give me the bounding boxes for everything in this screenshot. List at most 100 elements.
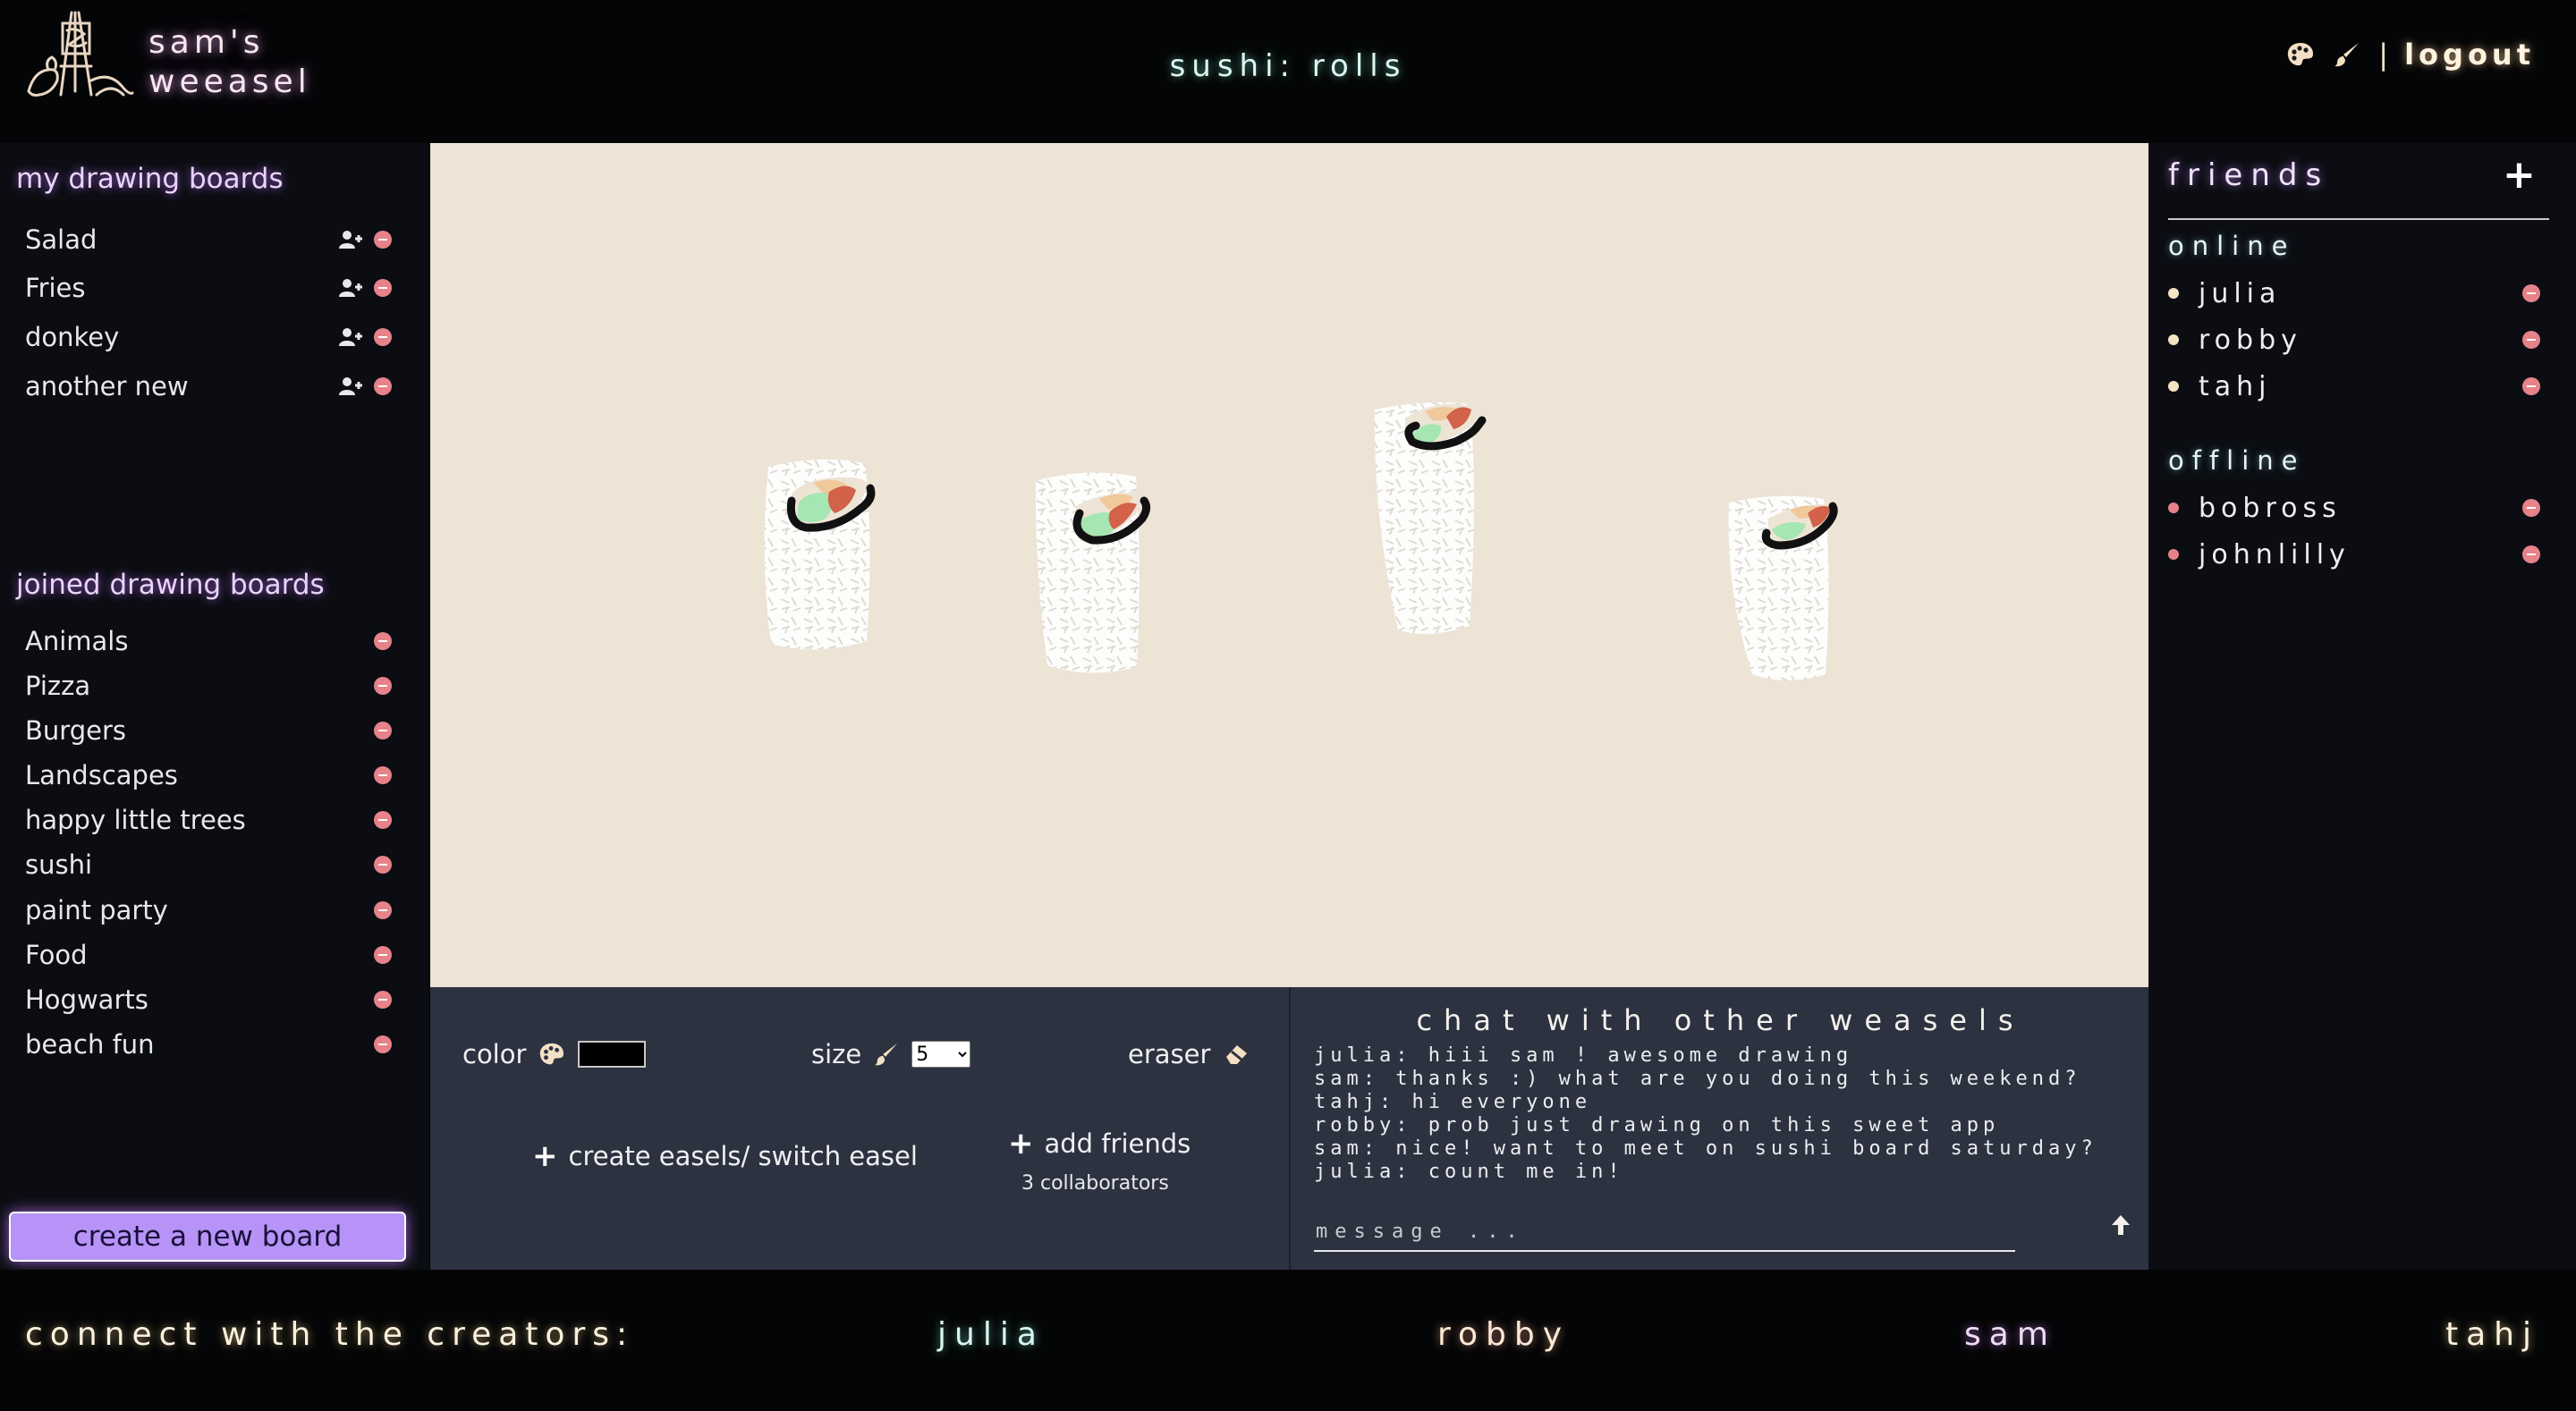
friend-item[interactable]: tahj <box>2168 367 2540 406</box>
leave-board-icon[interactable] <box>374 677 392 695</box>
joined-board-item[interactable]: paint party <box>25 889 392 932</box>
send-arrow-icon[interactable] <box>2108 1209 2133 1241</box>
board-actions <box>338 278 392 298</box>
drawing-canvas[interactable] <box>430 143 2148 987</box>
friends-title: friends <box>2168 157 2330 193</box>
chat-message: sam: nice! want to meet on sushi board s… <box>1314 1137 2097 1160</box>
add-friend-icon[interactable]: + <box>2503 156 2536 195</box>
friend-name: robby <box>2199 324 2302 356</box>
friend-item[interactable]: robby <box>2168 320 2540 359</box>
remove-friend-icon[interactable] <box>2522 377 2540 395</box>
chat-message: tahj: hi everyone <box>1314 1091 1592 1113</box>
creator-link-julia[interactable]: julia <box>937 1316 1045 1353</box>
board-label: Hogwarts <box>25 984 148 1015</box>
my-board-item[interactable]: Salad <box>25 218 392 261</box>
online-status-dot <box>2168 381 2179 392</box>
leave-board-icon[interactable] <box>374 632 392 650</box>
creator-link-robby[interactable]: robby <box>1437 1316 1570 1353</box>
friend-item[interactable]: julia <box>2168 274 2540 313</box>
create-switch-easel-label: create easels/ switch easel <box>568 1141 918 1171</box>
leave-board-icon[interactable] <box>374 856 392 874</box>
board-label: beach fun <box>25 1029 155 1060</box>
my-board-item[interactable]: another new <box>25 365 392 408</box>
friend-item[interactable]: johnlilly <box>2168 535 2540 574</box>
board-label: donkey <box>25 322 120 352</box>
remove-board-icon[interactable] <box>374 279 392 297</box>
board-label: Fries <box>25 273 86 303</box>
board-actions <box>338 376 392 396</box>
eraser-tool[interactable]: eraser <box>1128 1039 1250 1069</box>
offline-heading: offline <box>2168 445 2306 476</box>
creator-link-sam[interactable]: sam <box>1964 1316 2056 1353</box>
joined-boards-title: joined drawing boards <box>16 569 325 601</box>
color-label: color <box>462 1039 527 1069</box>
joined-board-item[interactable]: Hogwarts <box>25 978 392 1021</box>
board-label: Salad <box>25 224 97 255</box>
leave-board-icon[interactable] <box>374 766 392 784</box>
palette-icon[interactable] <box>2285 39 2316 70</box>
brush-icon[interactable] <box>2332 39 2362 70</box>
boards-sidebar: my drawing boards Salad Fries donkey ano… <box>0 143 429 1270</box>
eraser-icon[interactable] <box>1223 1043 1250 1066</box>
leave-board-icon[interactable] <box>374 722 392 739</box>
remove-friend-icon[interactable] <box>2522 284 2540 302</box>
remove-friend-icon[interactable] <box>2522 545 2540 563</box>
add-user-icon[interactable] <box>338 327 363 347</box>
board-actions <box>338 327 392 347</box>
board-label: another new <box>25 371 189 401</box>
add-user-icon[interactable] <box>338 230 363 249</box>
logout-link[interactable]: logout <box>2404 38 2535 72</box>
drawing-tools-panel: color size 5 eraser + create easels/ swi… <box>430 987 1289 1270</box>
chat-title: chat with other weasels <box>1416 1003 2025 1037</box>
remove-board-icon[interactable] <box>374 328 392 346</box>
eraser-label[interactable]: eraser <box>1128 1039 1210 1069</box>
chat-message: robby: prob just drawing on this sweet a… <box>1314 1114 2000 1136</box>
board-label: Burgers <box>25 715 126 746</box>
remove-board-icon[interactable] <box>374 231 392 249</box>
leave-board-icon[interactable] <box>374 946 392 964</box>
leave-board-icon[interactable] <box>374 1035 392 1053</box>
my-board-item[interactable]: Fries <box>25 266 392 309</box>
joined-board-item[interactable]: happy little trees <box>25 798 392 841</box>
collaborators-count: 3 collaborators <box>1021 1172 1169 1195</box>
leave-board-icon[interactable] <box>374 811 392 829</box>
page-title: sushi: rolls <box>1169 48 1407 84</box>
remove-friend-icon[interactable] <box>2522 499 2540 517</box>
creator-link-tahj[interactable]: tahj <box>2445 1316 2539 1353</box>
chat-message-input[interactable] <box>1314 1212 2015 1252</box>
sushi-roll-drawing <box>1728 495 1838 680</box>
chat-message: sam: thanks :) what are you doing this w… <box>1314 1068 2081 1090</box>
friend-name: bobross <box>2199 492 2342 524</box>
friend-name: tahj <box>2199 370 2272 402</box>
board-label: Pizza <box>25 671 91 701</box>
sushi-roll-drawing <box>1374 402 1487 635</box>
leave-board-icon[interactable] <box>374 901 392 919</box>
add-user-icon[interactable] <box>338 376 363 396</box>
remove-friend-icon[interactable] <box>2522 331 2540 349</box>
online-status-dot <box>2168 288 2179 299</box>
joined-board-item[interactable]: Animals <box>25 620 392 663</box>
joined-board-item[interactable]: Pizza <box>25 664 392 707</box>
footer-label: connect with the creators: <box>25 1316 635 1353</box>
friend-item[interactable]: bobross <box>2168 488 2540 528</box>
offline-status-dot <box>2168 549 2179 560</box>
joined-board-item[interactable]: Burgers <box>25 709 392 752</box>
joined-board-item[interactable]: Landscapes <box>25 754 392 797</box>
my-board-item[interactable]: donkey <box>25 316 392 359</box>
friend-name: julia <box>2199 277 2282 309</box>
joined-board-item[interactable]: beach fun <box>25 1023 392 1066</box>
brush-size-select[interactable]: 5 <box>911 1041 971 1068</box>
create-switch-easel-button[interactable]: + create easels/ switch easel <box>532 1141 918 1171</box>
add-friends-button[interactable]: + add friends <box>1008 1128 1191 1159</box>
add-user-icon[interactable] <box>338 278 363 298</box>
color-swatch[interactable] <box>578 1041 647 1068</box>
board-label: sushi <box>25 849 93 880</box>
joined-board-item[interactable]: sushi <box>25 843 392 886</box>
create-board-button[interactable]: create a new board <box>9 1212 406 1262</box>
chat-message-list: julia: hiii sam ! awesome drawing sam: t… <box>1314 1044 2097 1184</box>
remove-board-icon[interactable] <box>374 377 392 395</box>
header-separator: | <box>2378 38 2389 72</box>
leave-board-icon[interactable] <box>374 991 392 1009</box>
joined-board-item[interactable]: Food <box>25 934 392 976</box>
chat-message: julia: count me in! <box>1314 1161 1624 1183</box>
